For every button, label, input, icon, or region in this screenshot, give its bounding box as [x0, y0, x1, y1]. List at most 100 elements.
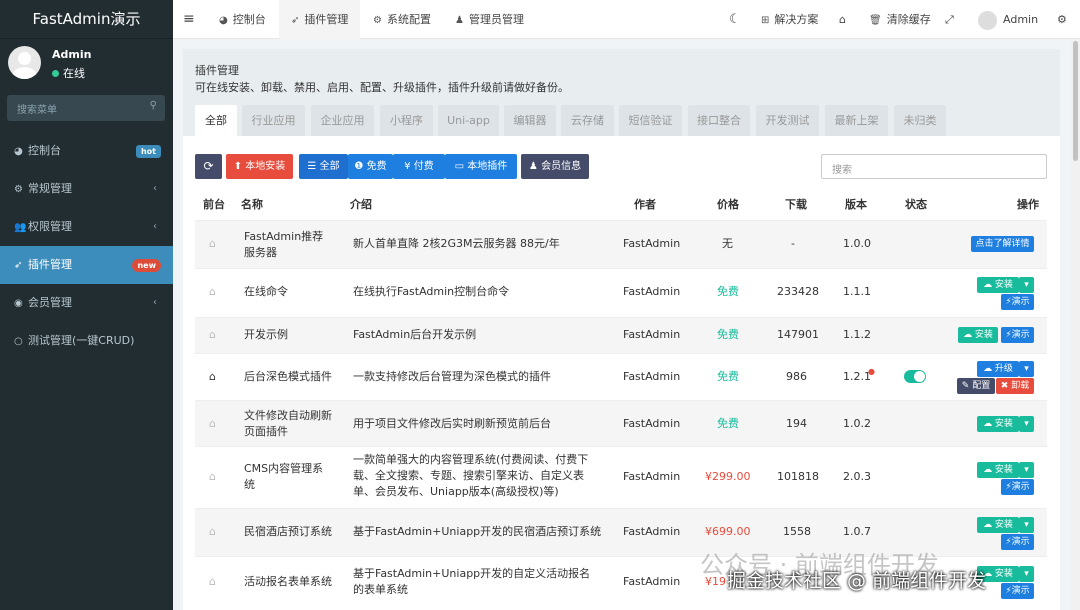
solution-link[interactable]: ⊞ 解决方案 [761, 0, 818, 39]
addon-author[interactable]: FastAdmin [623, 327, 680, 343]
addon-author[interactable]: FastAdmin [623, 574, 680, 590]
tab-api[interactable]: 接口整合 [688, 105, 750, 136]
table-row[interactable]: ⌂ CMS内容管理系统 一款简单强大的内容管理系统(付费阅读、付费下载、全文搜索… [195, 446, 1047, 508]
hot-badge: hot [135, 145, 161, 158]
addon-author[interactable]: FastAdmin [623, 416, 680, 432]
refresh-button[interactable]: ⟳ [195, 154, 222, 179]
install-dropdown-icon[interactable]: ▾ [1019, 277, 1034, 293]
config-button[interactable]: ✎ 配置 [957, 378, 995, 394]
tab-enterprise[interactable]: 企业应用 [311, 105, 374, 136]
install-dropdown-icon[interactable]: ▾ [1019, 517, 1034, 533]
col-header-version[interactable]: 版本 [845, 196, 867, 212]
addon-author[interactable]: FastAdmin [623, 469, 680, 485]
table-row[interactable]: ⌂ 文件修改自动刷新页面插件 用于项目文件修改后实时刷新预览前后台 FastAd… [195, 400, 1047, 446]
home-icon[interactable]: ⌂ [209, 284, 216, 300]
col-header-intro[interactable]: 介绍 [350, 196, 372, 212]
clear-cache-link[interactable]: 🗑 清除缓存 [869, 0, 931, 39]
tab-addon[interactable]: ➶ 插件管理 [279, 0, 361, 39]
learn-more-button[interactable]: 点击了解详情 [971, 236, 1034, 252]
demo-button[interactable]: ⚡演示 [1001, 327, 1034, 343]
filter-free-button[interactable]: ❶ 免费 [348, 154, 393, 179]
user-panel: Admin 在线 [0, 44, 173, 90]
tab-newest[interactable]: 最新上架 [825, 105, 888, 136]
tab-dashboard[interactable]: ◕ 控制台 [207, 0, 278, 39]
settings-gear-icon[interactable]: ⚙ [1057, 0, 1067, 39]
home-icon[interactable]: ⌂ [209, 327, 216, 343]
tab-devtest[interactable]: 开发测试 [756, 105, 819, 136]
local-install-button[interactable]: ⬆ 本地安装 [226, 154, 293, 179]
demo-button[interactable]: ⚡演示 [1001, 479, 1034, 495]
home-icon[interactable]: ⌂ [209, 524, 216, 540]
addon-downloads: 101818 [777, 470, 819, 483]
sidebar-item-general[interactable]: ⚙ 常规管理 ‹ [0, 170, 173, 208]
table-row[interactable]: ⌂ FastAdmin推荐服务器 新人首单直降 2核2G3M云服务器 88元/年… [195, 220, 1047, 268]
tab-uniapp[interactable]: Uni-app [438, 105, 499, 136]
col-header-downloads[interactable]: 下载 [785, 196, 807, 212]
tab-config[interactable]: ⚙ 系统配置 [361, 0, 443, 39]
page-scrollbar[interactable] [1071, 39, 1080, 610]
home-icon[interactable]: ⌂ [209, 469, 216, 485]
col-header-home[interactable]: 前台 [203, 196, 225, 212]
tab-all[interactable]: 全部 [195, 105, 237, 136]
install-dropdown-icon[interactable]: ▾ [1019, 416, 1034, 432]
upgrade-button[interactable]: ☁ 升级 [977, 361, 1019, 377]
sidebar-item-dashboard[interactable]: ◕ 控制台 hot [0, 132, 173, 170]
col-header-price[interactable]: 价格 [717, 196, 739, 212]
admin-menu[interactable]: Admin [978, 0, 1038, 39]
home-icon[interactable]: ⌂ [209, 236, 216, 252]
sidebar-item-member[interactable]: ◉ 会员管理 ‹ [0, 284, 173, 322]
demo-button[interactable]: ⚡演示 [1001, 583, 1034, 599]
sidebar-item-test[interactable]: ○ 测试管理(一键CRUD) [0, 322, 173, 360]
brand-logo[interactable]: FastAdmin演示 [0, 0, 173, 39]
col-header-name[interactable]: 名称 [241, 196, 263, 212]
demo-button[interactable]: ⚡演示 [1001, 534, 1034, 550]
home-icon[interactable]: ⌂ [209, 574, 216, 590]
upgrade-dropdown-icon[interactable]: ▾ [1019, 361, 1034, 377]
col-header-status[interactable]: 状态 [905, 196, 927, 212]
install-button[interactable]: ☁ 安装 [977, 416, 1019, 432]
tab-storage[interactable]: 云存储 [561, 105, 614, 136]
addon-intro: 基于FastAdmin+Uniapp开发的自定义活动报名的表单系统 [353, 567, 591, 596]
uninstall-button[interactable]: ✖ 卸载 [996, 378, 1034, 394]
table-row[interactable]: ⌂ 在线命令 在线执行FastAdmin控制台命令 FastAdmin 免费 2… [195, 268, 1047, 317]
fullscreen-icon[interactable]: ⤢ [945, 0, 954, 39]
sidebar-toggle-icon[interactable]: ≡ [183, 0, 195, 39]
filter-paid-button[interactable]: ¥ 付费 [393, 154, 445, 179]
table-search-input[interactable]: 搜索 [821, 154, 1047, 179]
menu-search-input[interactable]: 搜索菜单 ⚲ [7, 95, 165, 121]
filter-all-button[interactable]: ☰ 全部 [299, 154, 348, 179]
install-button[interactable]: ☁ 安装 [977, 462, 1019, 478]
install-dropdown-icon[interactable]: ▾ [1019, 566, 1034, 582]
sidebar-item-addon[interactable]: ➶ 插件管理 new [0, 246, 173, 284]
status-toggle[interactable] [904, 370, 926, 383]
install-button[interactable]: ☁ 安装 [958, 327, 998, 343]
member-info-button[interactable]: ♟ 会员信息 [521, 154, 589, 179]
home-icon[interactable]: ⌂ [839, 0, 846, 39]
dark-mode-moon-icon[interactable]: ☾ [729, 0, 741, 39]
tab-industry[interactable]: 行业应用 [242, 105, 305, 136]
chevron-left-icon: ‹ [153, 221, 157, 232]
install-dropdown-icon[interactable]: ▾ [1019, 462, 1034, 478]
addon-author[interactable]: FastAdmin [623, 284, 680, 300]
tab-uncategorized[interactable]: 未归类 [894, 105, 946, 136]
addon-author[interactable]: FastAdmin [623, 524, 680, 540]
demo-button[interactable]: ⚡演示 [1001, 294, 1034, 310]
addon-author[interactable]: FastAdmin [623, 236, 680, 252]
filter-local-button[interactable]: ▭ 本地插件 [445, 154, 517, 179]
addon-downloads: 233428 [777, 285, 819, 298]
sidebar-item-auth[interactable]: 👥 权限管理 ‹ [0, 208, 173, 246]
col-header-actions[interactable]: 操作 [1017, 196, 1039, 212]
tab-editor[interactable]: 编辑器 [504, 105, 556, 136]
tab-sms[interactable]: 短信验证 [619, 105, 682, 136]
tab-miniprogram[interactable]: 小程序 [380, 105, 433, 136]
install-button[interactable]: ☁ 安装 [977, 277, 1019, 293]
addon-author[interactable]: FastAdmin [623, 369, 680, 385]
table-row[interactable]: ⌂ 后台深色模式插件 一款支持修改后台管理为深色模式的插件 FastAdmin … [195, 353, 1047, 400]
col-header-author[interactable]: 作者 [634, 196, 656, 212]
install-button[interactable]: ☁ 安装 [977, 517, 1019, 533]
tab-admin[interactable]: ♟ 管理员管理 [443, 0, 536, 39]
home-icon[interactable]: ⌂ [209, 369, 216, 385]
search-icon[interactable]: ⚲ [150, 100, 157, 111]
table-row[interactable]: ⌂ 开发示例 FastAdmin后台开发示例 FastAdmin 免费 1479… [195, 317, 1047, 353]
home-icon[interactable]: ⌂ [209, 416, 216, 432]
